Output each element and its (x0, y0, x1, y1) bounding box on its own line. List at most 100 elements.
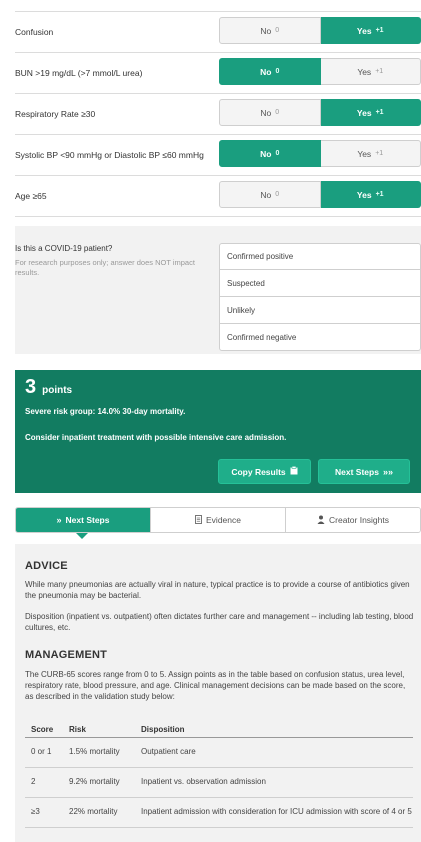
criterion-row-age: Age ≥65 No 0 Yes +1 (15, 175, 421, 216)
risk-group-text: Severe risk group: 14.0% 30-day mortalit… (25, 407, 186, 416)
yes-button[interactable]: Yes +1 (320, 99, 421, 126)
criterion-label: Respiratory Rate ≥30 (15, 109, 96, 119)
yes-label: Yes (356, 25, 372, 36)
covid-question: Is this a COVID-19 patient? (15, 244, 113, 253)
cell-disposition: Outpatient care (141, 737, 413, 768)
divider (15, 216, 421, 217)
score-display: 3 points (25, 376, 72, 399)
chevrons-right-icon: »» (382, 466, 393, 477)
covid-option-confirmed-negative[interactable]: Confirmed negative (219, 324, 421, 351)
criterion-row-confusion: Confusion No 0 Yes +1 (15, 11, 421, 52)
cell-risk: 1.5% mortality (69, 737, 141, 768)
next-steps-label: Next Steps (335, 466, 379, 477)
yes-no-toggle: No 0 Yes +1 (219, 17, 421, 44)
table-header-row: Score Risk Disposition (25, 722, 413, 738)
yes-no-toggle: No 0 Yes +1 (219, 99, 421, 126)
no-button[interactable]: No 0 (219, 181, 321, 208)
copy-results-label: Copy Results (231, 466, 286, 477)
cell-risk: 22% mortality (69, 797, 141, 828)
cell-score: 0 or 1 (25, 737, 69, 768)
yes-points: +1 (375, 191, 384, 198)
tab-next-steps[interactable]: » Next Steps (16, 508, 150, 532)
yes-button[interactable]: Yes +1 (320, 181, 421, 208)
criterion-label: Age ≥65 (15, 191, 47, 201)
criterion-row-bun: BUN >19 mg/dL (>7 mmol/L urea) No 0 Yes +1 (15, 52, 421, 93)
header-disposition: Disposition (141, 722, 413, 738)
criterion-row-blood-pressure: Systolic BP <90 mmHg or Diastolic BP ≤60… (15, 134, 421, 175)
advice-heading: ADVICE (25, 560, 68, 572)
advice-paragraph-1: While many pneumonias are actually viral… (25, 580, 410, 600)
copy-results-button[interactable]: Copy Results (218, 459, 311, 484)
no-points: 0 (275, 191, 280, 198)
no-label: No (260, 66, 272, 77)
header-score: Score (25, 722, 69, 738)
tab-label: Next Steps (65, 515, 110, 525)
management-paragraph: The CURB-65 scores range from 0 to 5. As… (25, 670, 406, 701)
cell-score: ≥3 (25, 797, 69, 828)
yes-button[interactable]: Yes +1 (320, 140, 421, 167)
yes-button[interactable]: Yes +1 (320, 58, 421, 85)
management-heading: MANAGEMENT (25, 649, 108, 661)
yes-no-toggle: No 0 Yes +1 (219, 140, 421, 167)
criterion-row-respiratory-rate: Respiratory Rate ≥30 No 0 Yes +1 (15, 93, 421, 134)
yes-label: Yes (357, 66, 372, 77)
yes-label: Yes (356, 107, 372, 118)
yes-points: +1 (375, 68, 384, 75)
no-label: No (260, 107, 272, 118)
no-points: 0 (275, 150, 280, 157)
chevrons-right-icon: » (56, 515, 62, 525)
document-icon (195, 514, 202, 526)
score-value: 3 (25, 376, 37, 398)
tab-label: Creator Insights (329, 515, 389, 525)
no-button[interactable]: No 0 (219, 17, 321, 44)
info-tabs: » Next Steps Evidence Creator Insights (15, 507, 421, 533)
recommendation-text: Consider inpatient treatment with possib… (25, 433, 287, 442)
no-points: 0 (275, 27, 280, 34)
yes-no-toggle: No 0 Yes +1 (219, 181, 421, 208)
yes-button[interactable]: Yes +1 (320, 17, 421, 44)
cell-score: 2 (25, 767, 69, 798)
header-risk: Risk (69, 722, 141, 738)
yes-points: +1 (375, 27, 384, 34)
no-button[interactable]: No 0 (219, 99, 321, 126)
covid-note: For research purposes only; answer does … (15, 258, 195, 277)
table-row: ≥3 22% mortality Inpatient admission wit… (25, 797, 413, 828)
yes-points: +1 (375, 109, 384, 116)
yes-points: +1 (375, 150, 384, 157)
clipboard-icon (290, 466, 298, 477)
covid-option-confirmed-positive[interactable]: Confirmed positive (219, 243, 421, 270)
yes-label: Yes (357, 148, 372, 159)
yes-no-toggle: No 0 Yes +1 (219, 58, 421, 85)
advice-paragraph-2: Disposition (inpatient vs. outpatient) o… (25, 612, 414, 632)
criterion-label: BUN >19 mg/dL (>7 mmol/L urea) (15, 68, 143, 78)
no-label: No (260, 25, 272, 36)
curb65-table: Score Risk Disposition 0 or 1 1.5% morta… (25, 722, 413, 828)
no-label: No (260, 148, 272, 159)
active-tab-caret (76, 533, 88, 539)
next-steps-content: ADVICE While many pneumonias are actuall… (15, 544, 421, 842)
covid-question-panel: Is this a COVID-19 patient? For research… (15, 226, 421, 354)
score-unit: points (42, 385, 73, 396)
no-points: 0 (275, 68, 280, 75)
criterion-label: Systolic BP <90 mmHg or Diastolic BP ≤60… (15, 150, 204, 160)
no-points: 0 (275, 109, 280, 116)
tab-evidence[interactable]: Evidence (150, 508, 285, 532)
table-row: 2 9.2% mortality Inpatient vs. observati… (25, 767, 413, 798)
covid-option-unlikely[interactable]: Unlikely (219, 297, 421, 324)
cell-risk: 9.2% mortality (69, 767, 141, 798)
cell-disposition: Inpatient vs. observation admission (141, 767, 413, 798)
no-button[interactable]: No 0 (219, 58, 321, 85)
cell-disposition: Inpatient admission with consideration f… (141, 797, 413, 828)
next-steps-button[interactable]: Next Steps »» (318, 459, 410, 484)
person-icon (317, 515, 325, 526)
criterion-label: Confusion (15, 27, 54, 37)
covid-options: Confirmed positive Suspected Unlikely Co… (219, 243, 421, 351)
result-panel: 3 points Severe risk group: 14.0% 30-day… (15, 370, 421, 493)
no-label: No (260, 189, 272, 200)
covid-option-suspected[interactable]: Suspected (219, 270, 421, 297)
no-button[interactable]: No 0 (219, 140, 321, 167)
tab-creator-insights[interactable]: Creator Insights (285, 508, 420, 532)
tab-label: Evidence (206, 515, 241, 525)
yes-label: Yes (356, 189, 372, 200)
table-row: 0 or 1 1.5% mortality Outpatient care (25, 737, 413, 768)
